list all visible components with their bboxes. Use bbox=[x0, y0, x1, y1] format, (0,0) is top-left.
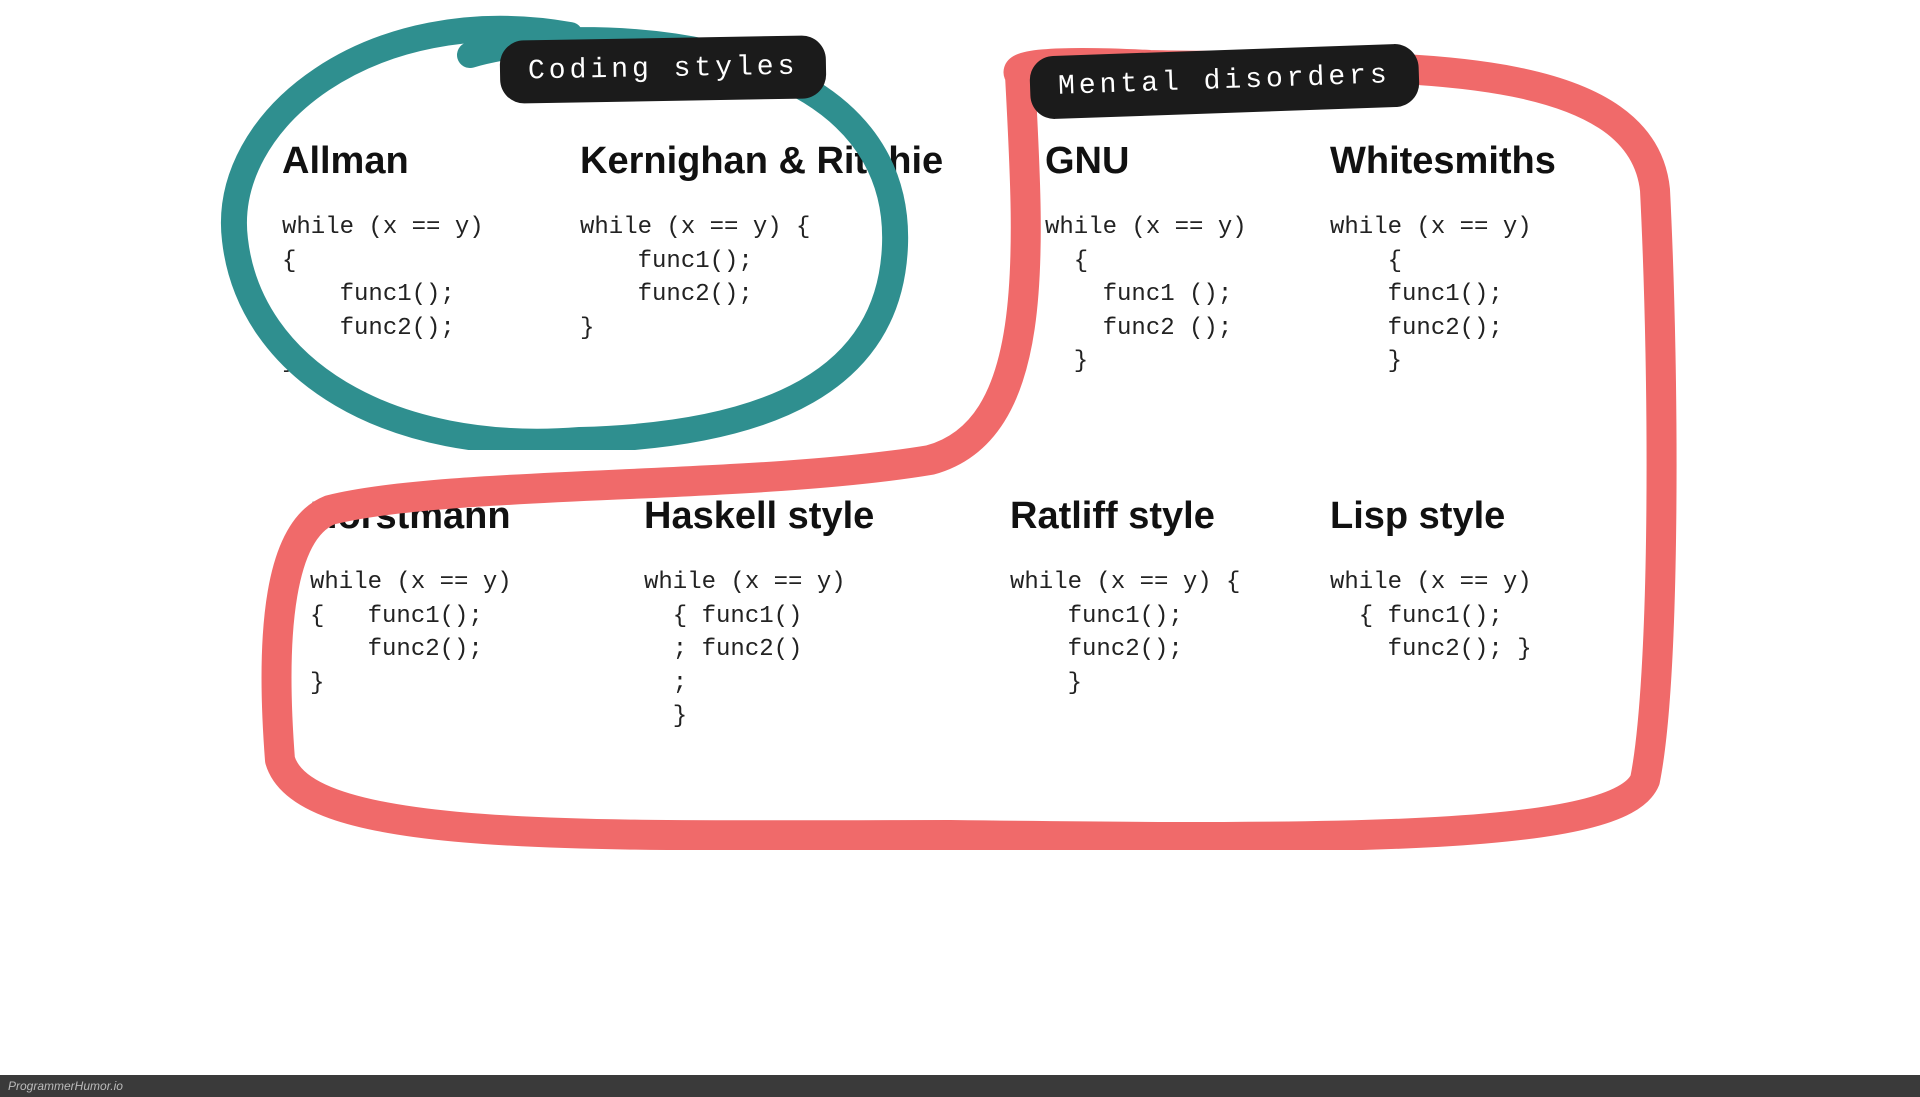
style-code: while (x == y) { func1(); func2(); } bbox=[310, 566, 512, 700]
style-allman: Allman while (x == y) { func1(); func2()… bbox=[282, 140, 484, 379]
style-code: while (x == y) { func1(); func2(); } bbox=[1330, 566, 1532, 667]
style-lisp: Lisp style while (x == y) { func1(); fun… bbox=[1330, 495, 1532, 667]
style-whitesmiths: Whitesmiths while (x == y) { func1(); fu… bbox=[1330, 140, 1556, 379]
footer-watermark: ProgrammerHumor.io bbox=[0, 1075, 1920, 1097]
style-ratliff: Ratliff style while (x == y) { func1(); … bbox=[1010, 495, 1240, 700]
style-title: Horstmann bbox=[310, 495, 512, 538]
style-title: Whitesmiths bbox=[1330, 140, 1556, 183]
style-code: while (x == y) { func1(); func2(); } bbox=[1010, 566, 1240, 700]
label-mental-disorders: Mental disorders bbox=[1029, 43, 1420, 120]
style-code: while (x == y) { func1(); func2(); } bbox=[282, 211, 484, 379]
style-title: GNU bbox=[1045, 140, 1247, 183]
style-title: Allman bbox=[282, 140, 484, 183]
style-code: while (x == y) { func1(); func2(); } bbox=[1330, 211, 1556, 379]
meme-canvas: Coding styles Mental disorders Allman wh… bbox=[210, 0, 1710, 860]
style-code: while (x == y) { func1 (); func2 (); } bbox=[1045, 211, 1247, 379]
style-code: while (x == y) { func1(); func2(); } bbox=[580, 211, 943, 345]
style-title: Haskell style bbox=[644, 495, 874, 538]
label-coding-styles: Coding styles bbox=[499, 35, 826, 104]
style-code: while (x == y) { func1() ; func2() ; } bbox=[644, 566, 874, 734]
style-title: Ratliff style bbox=[1010, 495, 1240, 538]
style-kernighan-ritchie: Kernighan & Ritchie while (x == y) { fun… bbox=[580, 140, 943, 345]
style-title: Lisp style bbox=[1330, 495, 1532, 538]
style-haskell: Haskell style while (x == y) { func1() ;… bbox=[644, 495, 874, 734]
style-horstmann: Horstmann while (x == y) { func1(); func… bbox=[310, 495, 512, 700]
style-title: Kernighan & Ritchie bbox=[580, 140, 943, 183]
style-gnu: GNU while (x == y) { func1 (); func2 ();… bbox=[1045, 140, 1247, 379]
